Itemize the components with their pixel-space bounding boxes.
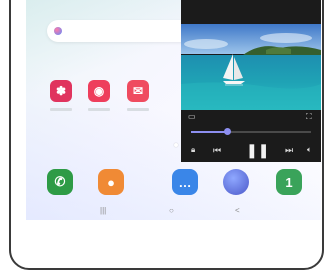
search-bar[interactable] [47,20,197,42]
lock-icon[interactable]: 🔒︎ [191,145,195,155]
camera-app-icon[interactable]: ◉ [88,80,110,102]
envelope-icon: ✉ [132,84,144,98]
minimize-icon[interactable]: ▭ [188,112,196,121]
popup-video-window[interactable]: ▭ ⛶ 🔒︎ ⏮ ❚❚ ⏭ 🔈︎ [181,0,321,162]
messages-app-icon[interactable]: … [172,169,198,195]
pause-icon[interactable]: ❚❚ [246,142,269,159]
internet-app-icon[interactable] [223,169,249,195]
app-label [88,108,110,111]
home-screen: ✽ ◉ ✉ ✆ ● … 1 ||| ○ < ▭ ⛶ 🔒︎ ⏮ ❚❚ ⏭ 🔈︎ [26,0,321,220]
video-image [181,24,321,110]
home-icon[interactable]: ○ [169,206,174,215]
seek-bar[interactable] [191,128,311,135]
seek-bar-progress [191,131,227,133]
app-label [50,108,72,111]
phone-icon: ✆ [54,174,66,189]
search-logo-icon [54,27,62,35]
popup-header[interactable] [181,0,321,24]
player-controls: ▭ ⛶ 🔒︎ ⏮ ❚❚ ⏭ 🔈︎ [181,110,321,162]
flower-icon: ✽ [55,84,67,98]
email-app-icon[interactable]: ✉ [127,80,149,102]
page-indicator[interactable] [174,143,178,147]
previous-icon[interactable]: ⏮ [213,145,221,156]
phone-frame: ✽ ◉ ✉ ✆ ● … 1 ||| ○ < ▭ ⛶ 🔒︎ ⏮ ❚❚ ⏭ 🔈︎ [9,0,324,270]
back-icon[interactable]: < [235,206,240,215]
chat-icon: … [178,174,192,190]
person-icon: ● [107,174,115,190]
fullscreen-icon[interactable]: ⛶ [306,112,312,122]
volume-icon[interactable]: 🔈︎ [307,145,312,155]
next-icon[interactable]: ⏭ [285,145,293,156]
recents-icon[interactable]: ||| [100,206,106,215]
navigation-bar: ||| ○ < [26,204,321,220]
phone-app-icon[interactable]: ✆ [47,169,73,195]
camera-icon: ◉ [93,84,105,98]
gallery-app-icon[interactable]: ✽ [50,80,72,102]
seek-bar-handle[interactable] [223,128,231,135]
video-frame[interactable] [181,24,321,110]
app-label [127,108,149,111]
calendar-app-icon[interactable]: 1 [276,169,302,195]
calendar-icon: 1 [285,174,293,190]
contacts-app-icon[interactable]: ● [98,169,124,195]
